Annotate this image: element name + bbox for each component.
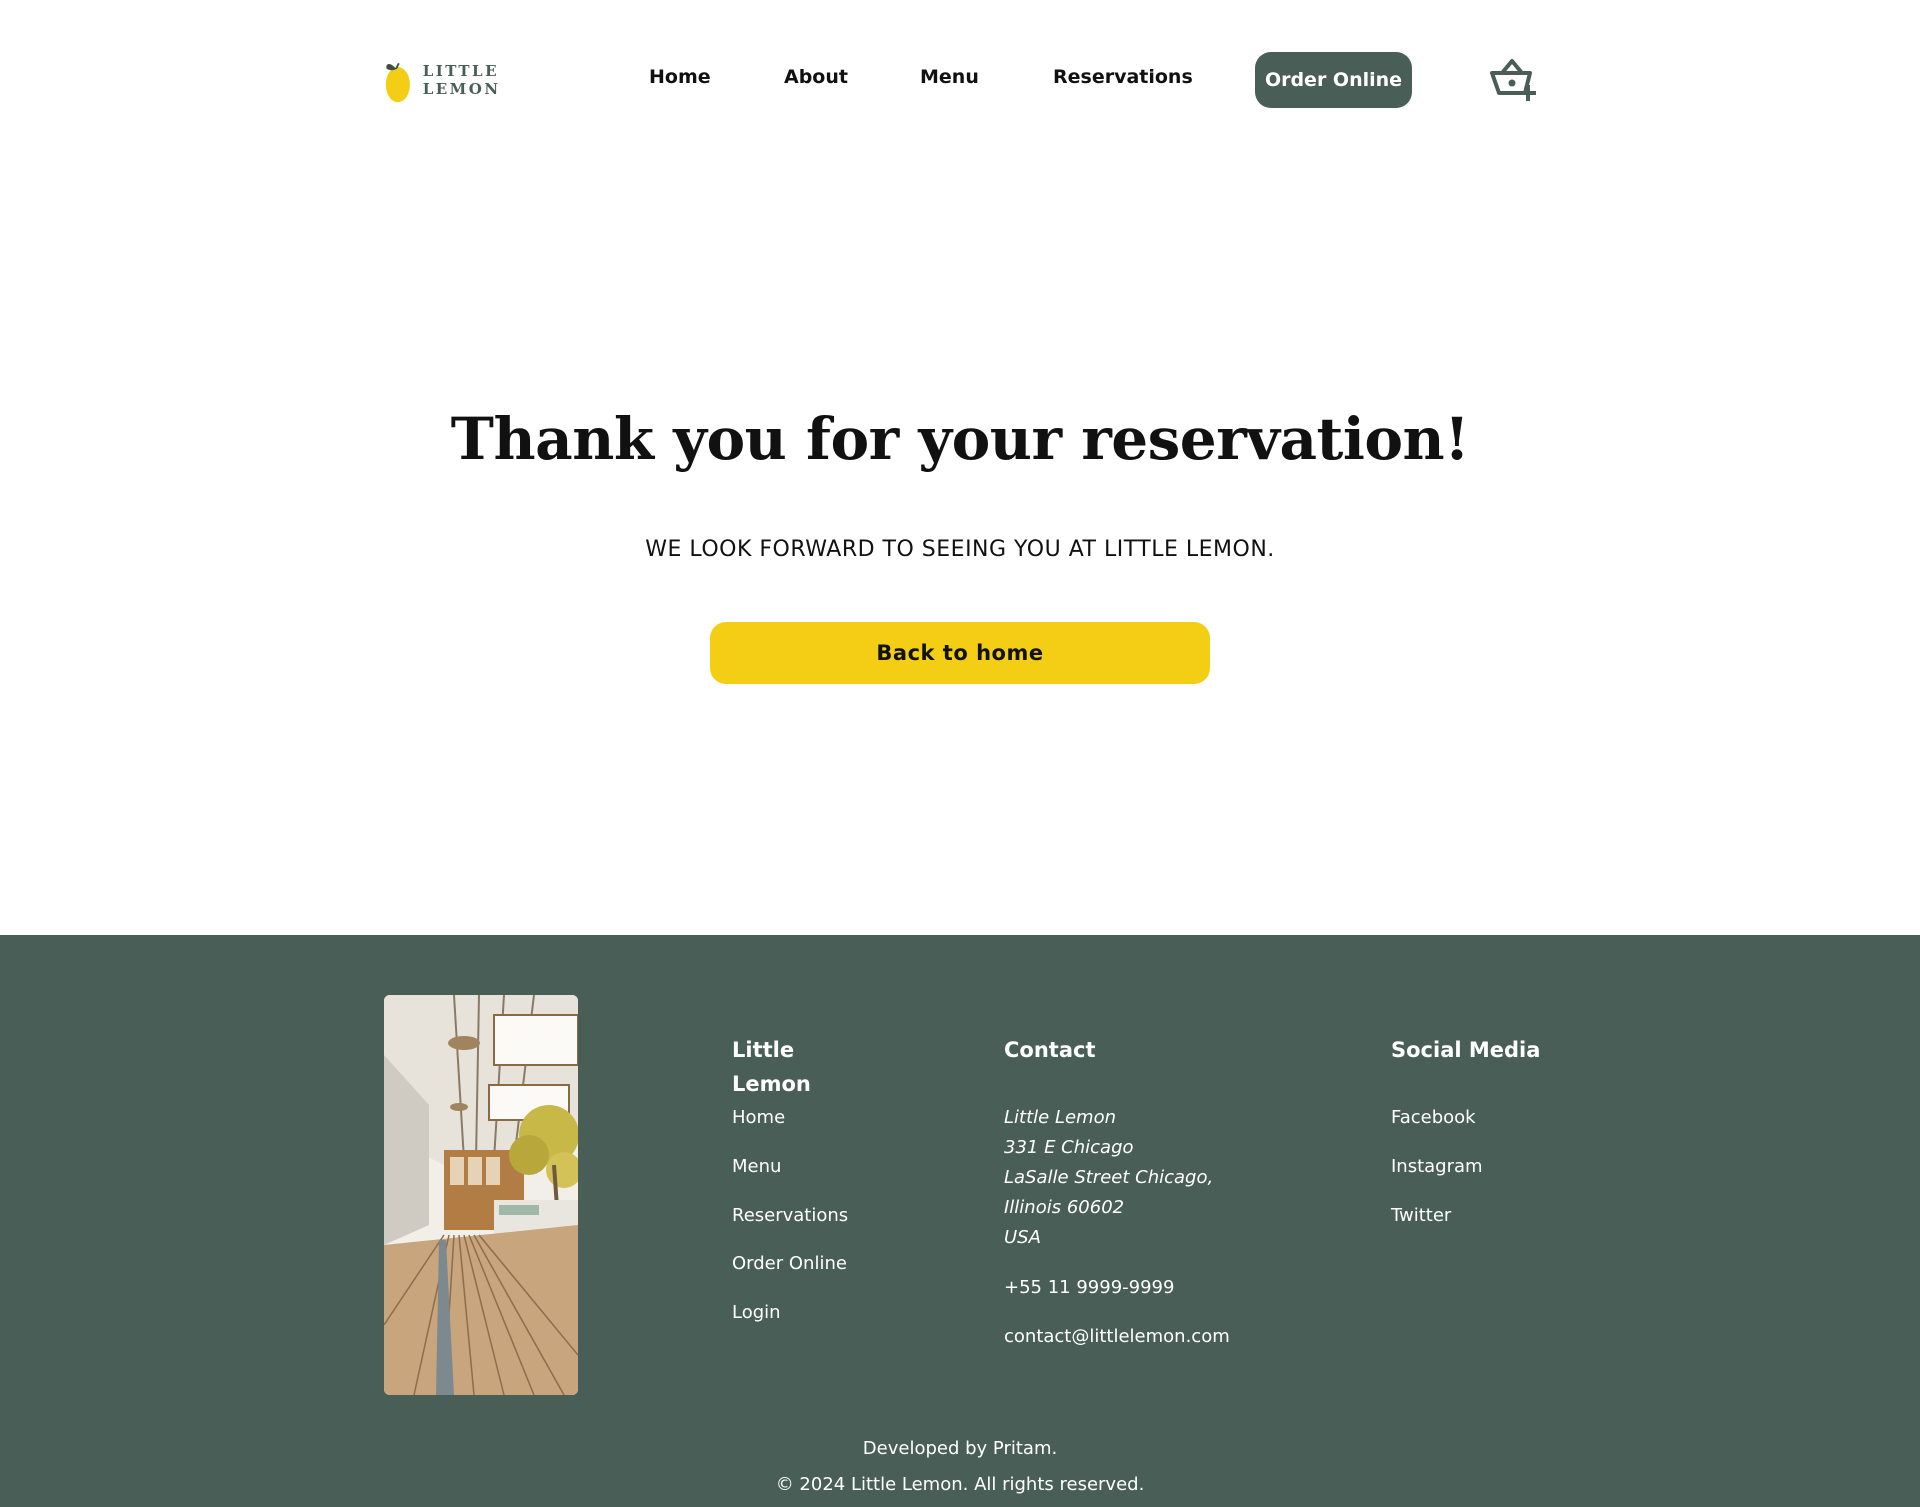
footer-brand-title-line2: Lemon	[732, 1072, 811, 1096]
site-footer: Little Lemon Home Menu Reservations Orde…	[0, 935, 1920, 1507]
footer-link-reservations[interactable]: Reservations	[732, 1205, 848, 1226]
address-line: LaSalle Street Chicago,	[1004, 1167, 1214, 1188]
footer-link-home[interactable]: Home	[732, 1107, 785, 1128]
logo[interactable]: LITTLE LEMON	[383, 52, 573, 108]
address-line: Little Lemon	[1004, 1107, 1116, 1128]
logo-text: LITTLE LEMON	[422, 62, 501, 98]
restaurant-interior-image	[384, 995, 578, 1395]
footer-contact-title: Contact	[1004, 1038, 1096, 1062]
site-header: LITTLE LEMON Home About Menu Reservation…	[0, 0, 1920, 160]
footer-social-title: Social Media	[1391, 1038, 1541, 1062]
nav-home[interactable]: Home	[649, 66, 711, 88]
page-title: Thank you for your reservation!	[450, 405, 1470, 473]
footer-link-order-online[interactable]: Order Online	[732, 1253, 847, 1274]
address-line: USA	[1004, 1227, 1041, 1248]
footer-brand-title-line1: Little	[732, 1038, 795, 1062]
footer-link-facebook[interactable]: Facebook	[1391, 1107, 1476, 1128]
page-subtitle: WE LOOK FORWARD TO SEEING YOU AT LITTLE …	[645, 537, 1275, 562]
nav-reservations[interactable]: Reservations	[1053, 66, 1193, 88]
developer-credit: Developed by Pritam.	[862, 1438, 1058, 1459]
basket-add-icon[interactable]	[1488, 55, 1536, 103]
order-online-button[interactable]: Order Online	[1255, 52, 1412, 108]
lemon-logo-icon	[385, 62, 410, 103]
nav-about[interactable]: About	[784, 66, 848, 88]
copyright-text: © 2024 Little Lemon. All rights reserved…	[775, 1474, 1145, 1495]
footer-link-menu[interactable]: Menu	[732, 1156, 781, 1177]
footer-brand-title: Little Lemon	[732, 1033, 811, 1101]
footer-link-instagram[interactable]: Instagram	[1391, 1156, 1483, 1177]
footer-link-twitter[interactable]: Twitter	[1391, 1205, 1451, 1226]
footer-phone[interactable]: +55 11 9999-9999	[1004, 1277, 1174, 1298]
footer-email[interactable]: contact@littlelemon.com	[1004, 1326, 1230, 1347]
address-line: 331 E Chicago	[1004, 1137, 1134, 1158]
back-to-home-button[interactable]: Back to home	[710, 622, 1210, 684]
nav-menu[interactable]: Menu	[920, 66, 979, 88]
footer-link-login[interactable]: Login	[732, 1302, 781, 1323]
footer-address: Little Lemon 331 E Chicago LaSalle Stree…	[1004, 1103, 1213, 1253]
address-line: Illinois 60602	[1004, 1197, 1125, 1218]
